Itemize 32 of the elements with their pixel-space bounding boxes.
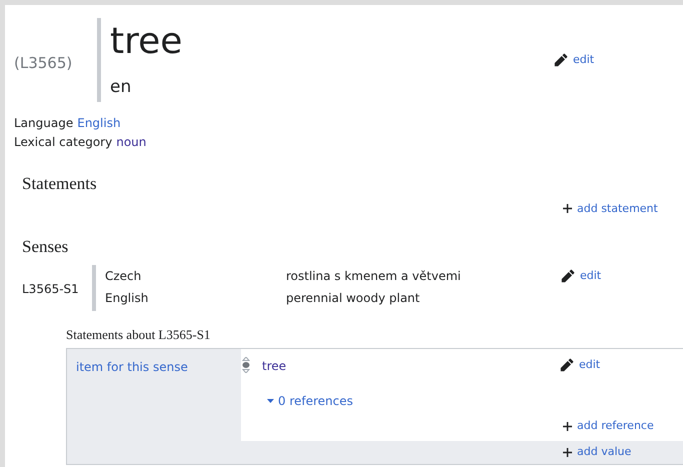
caret-icon [267,399,274,403]
pencil-icon [554,53,568,68]
plus-icon [563,204,572,214]
property-link[interactable]: item for this sense [67,349,241,441]
lexeme-id: (L3565) [14,53,74,74]
sense-id: L3565-S1 [22,280,80,298]
value-link[interactable]: tree [250,357,560,375]
edit-link[interactable]: edit [561,268,602,284]
section-heading: Senses [22,236,70,258]
add-statement-link[interactable]: add statement [563,200,683,217]
gloss-language: Czech [105,268,142,284]
section-heading: Statements [22,173,98,195]
property-label: Lexical category [14,134,112,151]
pencil-icon [561,268,575,283]
edit-link[interactable]: edit [554,52,594,68]
gloss-text: rostlina s kmenem a větvemi [286,268,461,284]
property-label: Language [14,115,74,132]
subsection-heading: Statements about L3565-S1 [66,326,212,344]
rank-icon [242,357,250,373]
lemma-language: en [110,76,132,98]
property-value-link[interactable]: noun [116,133,146,152]
gloss-language: English [105,290,150,306]
references-toggle[interactable]: 0 references [267,392,353,410]
edit-link[interactable]: edit [560,357,600,374]
plus-icon [563,422,572,431]
plus-icon [563,448,572,457]
add-reference-link[interactable]: add reference [563,418,683,434]
gloss-text: perennial woody plant [286,290,420,306]
add-value-link[interactable]: add value [563,444,632,461]
pencil-icon [560,358,574,372]
lemma: tree [110,20,184,64]
property-value-link[interactable]: English [77,114,121,133]
